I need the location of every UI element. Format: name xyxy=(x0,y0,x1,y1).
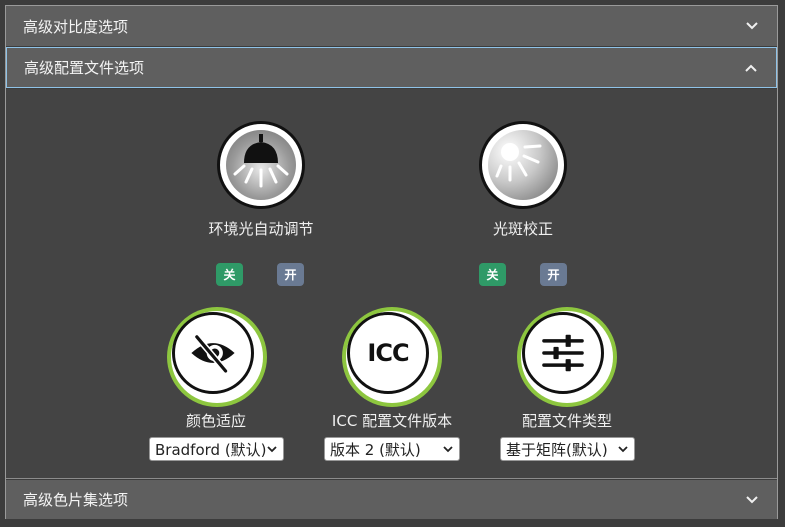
divider xyxy=(6,478,777,479)
profile-type-select[interactable]: 基于矩阵(默认) xyxy=(500,437,635,461)
chromatic-adaptation-icon-button[interactable] xyxy=(167,307,267,407)
icc-version-select[interactable]: 版本 2 (默认) xyxy=(324,437,460,461)
chevron-down-icon xyxy=(618,446,628,453)
section-title: 高级配置文件选项 xyxy=(24,59,145,77)
profile-type-icon-button[interactable] xyxy=(517,307,617,407)
chromatic-adaptation-label: 颜色适应 xyxy=(185,412,247,430)
advanced-patchset-options-header[interactable]: 高级色片集选项 xyxy=(6,480,777,519)
advanced-contrast-options-header[interactable]: 高级对比度选项 xyxy=(6,6,777,46)
chevron-down-icon xyxy=(443,446,453,453)
chromatic-adaptation-select[interactable]: Bradford (默认) xyxy=(149,437,284,461)
sliders-icon xyxy=(542,334,584,372)
selected-value: Bradford (默认) xyxy=(155,440,267,459)
selected-value: 基于矩阵(默认) xyxy=(506,440,608,459)
eye-slash-icon xyxy=(191,333,235,375)
chevron-down-icon xyxy=(746,22,758,30)
icc-version-icon-button[interactable]: ICC xyxy=(342,307,442,407)
flare-correction-icon-button[interactable] xyxy=(479,121,567,209)
ambient-light-icon-button[interactable] xyxy=(217,121,305,209)
icc-icon: ICC xyxy=(367,339,409,367)
section-title: 高级对比度选项 xyxy=(23,17,129,36)
section-title: 高级色片集选项 xyxy=(23,491,129,509)
chevron-down-icon xyxy=(746,495,758,503)
profile-type-label: 配置文件类型 xyxy=(521,412,613,430)
ceiling-lamp-icon xyxy=(233,134,289,188)
selected-value: 版本 2 (默认) xyxy=(330,440,421,459)
flare-correction-label: 光斑校正 xyxy=(492,220,554,238)
advanced-profile-options-header[interactable]: 高级配置文件选项 xyxy=(6,47,777,88)
chevron-down-icon xyxy=(267,446,277,453)
ambient-light-on-toggle[interactable]: 开 xyxy=(277,263,304,286)
icc-version-label: ICC 配置文件版本 xyxy=(331,412,453,430)
chevron-up-icon xyxy=(745,64,757,72)
ambient-light-off-toggle[interactable]: 关 xyxy=(216,263,243,286)
sun-flare-icon xyxy=(495,143,542,182)
flare-correction-off-toggle[interactable]: 关 xyxy=(479,263,506,286)
ambient-light-label: 环境光自动调节 xyxy=(208,220,314,238)
flare-correction-on-toggle[interactable]: 开 xyxy=(540,263,567,286)
